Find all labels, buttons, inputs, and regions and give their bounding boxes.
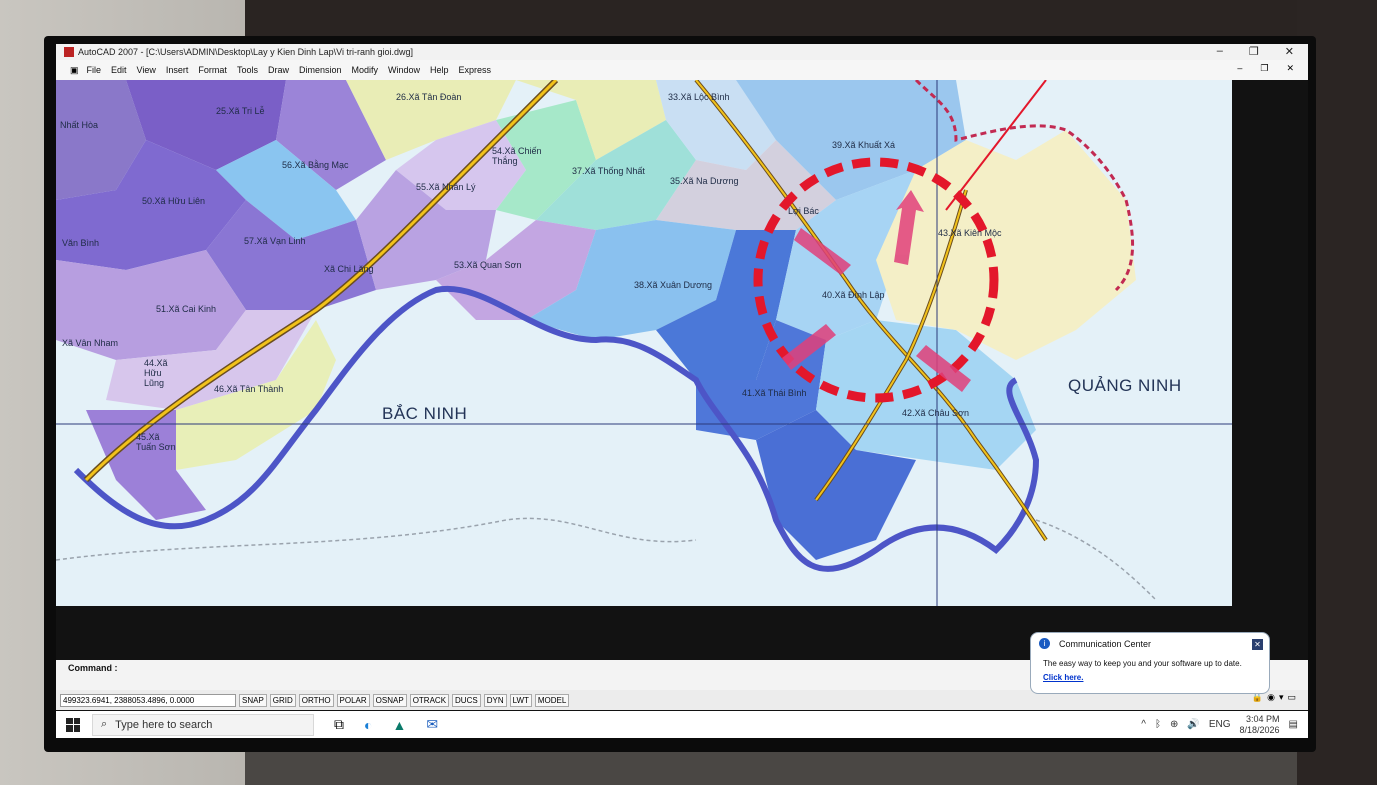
- lwt-toggle[interactable]: LWT: [509, 693, 532, 707]
- menu-view[interactable]: View: [137, 65, 156, 75]
- notification-close-button[interactable]: ✕: [1252, 639, 1263, 650]
- clean-screen-icon[interactable]: ▭: [1287, 692, 1296, 703]
- toolbar-lock-icon[interactable]: ▾: [1279, 692, 1284, 703]
- menu-tools[interactable]: Tools: [237, 65, 258, 75]
- doc-close-button[interactable]: ✕: [1286, 63, 1294, 74]
- windows-start-icon[interactable]: [66, 717, 80, 732]
- commune-label: 57.Xã Vạn Linh: [244, 236, 306, 246]
- notification-link[interactable]: Click here.: [1043, 673, 1083, 682]
- ducs-toggle[interactable]: DUCS: [452, 693, 481, 707]
- commune-label: 42.Xã Châu Sơn: [902, 408, 969, 418]
- tray-chevron-icon[interactable]: ^: [1141, 719, 1146, 730]
- volume-icon[interactable]: 🔊: [1187, 719, 1199, 730]
- notification-text: The easy way to keep you and your softwa…: [1043, 659, 1242, 668]
- info-icon: i: [1039, 638, 1050, 649]
- communication-center-icon[interactable]: ◉: [1267, 692, 1275, 703]
- clock-time: 3:04 PM: [1246, 713, 1280, 724]
- menu-format[interactable]: Format: [198, 65, 227, 75]
- commune-label: 45.Xã Tuấn Sơn: [136, 432, 176, 452]
- menu-modify[interactable]: Modify: [352, 65, 379, 75]
- search-placeholder: Type here to search: [115, 718, 213, 731]
- commune-label: 50.Xã Hữu Liên: [142, 196, 206, 206]
- clock-date: 8/18/2026: [1239, 724, 1280, 735]
- grid-toggle[interactable]: GRID: [269, 693, 296, 707]
- system-clock[interactable]: 3:04 PM 8/18/2026: [1240, 714, 1280, 736]
- doc-restore-button[interactable]: ❐: [1260, 63, 1268, 74]
- dyn-toggle[interactable]: DYN: [483, 693, 507, 707]
- close-button[interactable]: ✕: [1285, 45, 1294, 58]
- background-wall-top: [245, 0, 1377, 40]
- commune-label: 39.Xã Khuất Xá: [832, 140, 896, 150]
- commune-label: Xã Vân Nham: [62, 338, 119, 348]
- commune-label: 53.Xã Quan Sơn: [454, 260, 522, 270]
- province-label-bac-ninh: BẮC NINH: [382, 404, 468, 423]
- window-title: AutoCAD 2007 - [C:\Users\ADMIN\Desktop\L…: [78, 47, 413, 57]
- language-indicator[interactable]: ENG: [1209, 719, 1231, 730]
- notification-title: Communication Center: [1059, 639, 1152, 649]
- commune-label: 41.Xã Thái Bình: [742, 388, 807, 398]
- autocad-taskbar-icon[interactable]: ▲: [392, 717, 406, 733]
- menu-help[interactable]: Help: [430, 65, 449, 75]
- menu-draw[interactable]: Draw: [268, 65, 289, 75]
- autocad-window: AutoCAD 2007 - [C:\Users\ADMIN\Desktop\L…: [56, 44, 1308, 738]
- document-icon[interactable]: ▣: [70, 65, 79, 76]
- network-icon[interactable]: ⊕: [1170, 719, 1178, 730]
- map-drawing: [56, 80, 1232, 606]
- drawing-canvas[interactable]: BẮC NINH QUẢNG NINH 26.Xã Tân Đoàn 33.Xã…: [56, 80, 1232, 606]
- commune-label: 35.Xã Na Dương: [670, 176, 739, 186]
- commune-label: 55.Xã Nhân Lý: [416, 182, 476, 192]
- system-tray: ^ ᛒ ⊕ 🔊 ENG 3:04 PM 8/18/2026 ▤: [1141, 711, 1298, 738]
- commune-label: 43.Xã Kiên Mộc: [938, 228, 1002, 238]
- task-view-icon[interactable]: ⧉: [334, 716, 344, 733]
- commune-label: 46.Xã Tân Thành: [214, 384, 284, 394]
- menu-express[interactable]: Express: [459, 65, 492, 75]
- menu-edit[interactable]: Edit: [111, 65, 127, 75]
- commune-label: Xã Chi Lăng: [324, 264, 374, 274]
- bluetooth-icon[interactable]: ᛒ: [1155, 719, 1161, 730]
- commune-label: Lợi Bác: [788, 206, 819, 216]
- command-prompt-label: Command :: [68, 663, 118, 673]
- autocad-app-icon: [64, 47, 74, 57]
- search-icon: ⌕: [101, 718, 108, 730]
- commune-label: 44.Xã Hữu Lũng: [144, 358, 168, 388]
- polar-toggle[interactable]: POLAR: [336, 693, 370, 707]
- commune-label: 51.Xã Cai Kinh: [156, 304, 217, 314]
- snap-toggle[interactable]: SNAP: [239, 693, 267, 707]
- outlook-icon[interactable]: ✉: [426, 716, 438, 733]
- menu-dimension[interactable]: Dimension: [299, 65, 342, 75]
- model-toggle[interactable]: MODEL: [534, 693, 570, 707]
- commune-label: 25.Xã Tri Lễ: [216, 106, 265, 116]
- communication-center-notification[interactable]: i Communication Center ✕ The easy way to…: [1030, 632, 1270, 694]
- menu-bar: ▣ File Edit View Insert Format Tools Dra…: [56, 60, 1308, 80]
- windows-taskbar: ⌕ Type here to search ⧉ ◐ ▲ ✉ ^ ᛒ ⊕ 🔊 EN…: [56, 711, 1308, 738]
- maximize-button[interactable]: ❐: [1249, 45, 1259, 58]
- commune-label: Nhất Hòa: [60, 120, 99, 130]
- title-bar: AutoCAD 2007 - [C:\Users\ADMIN\Desktop\L…: [56, 44, 1308, 60]
- menu-insert[interactable]: Insert: [166, 65, 189, 75]
- commune-label: 56.Xã Bằng Mạc: [282, 160, 349, 170]
- menu-file[interactable]: File: [87, 65, 102, 75]
- commune-label: Văn Bình: [62, 238, 100, 248]
- commune-label: 54.Xã Chiến Thắng: [492, 146, 542, 166]
- commune-label: 38.Xã Xuân Dương: [634, 280, 712, 290]
- edge-browser-icon[interactable]: ◐: [364, 717, 372, 733]
- minimize-button[interactable]: –: [1217, 45, 1223, 58]
- coordinate-readout: 499323.6941, 2388053.4896, 0.0000: [60, 693, 236, 707]
- doc-minimize-button[interactable]: –: [1237, 63, 1242, 74]
- province-label-quang-ninh: QUẢNG NINH: [1068, 376, 1182, 395]
- otrack-toggle[interactable]: OTRACK: [409, 693, 450, 707]
- commune-label: 33.Xã Lộc Bình: [668, 92, 730, 102]
- osnap-toggle[interactable]: OSNAP: [372, 693, 407, 707]
- taskbar-search-box[interactable]: ⌕ Type here to search: [92, 713, 314, 736]
- commune-label: 26.Xã Tân Đoàn: [396, 92, 462, 102]
- menu-window[interactable]: Window: [388, 65, 420, 75]
- commune-label: 37.Xã Thống Nhất: [572, 166, 645, 176]
- commune-label: 40.Xã Đình Lập: [822, 290, 885, 300]
- notification-center-icon[interactable]: ▤: [1289, 719, 1298, 730]
- ortho-toggle[interactable]: ORTHO: [298, 693, 334, 707]
- district-line-east: [1035, 519, 1157, 601]
